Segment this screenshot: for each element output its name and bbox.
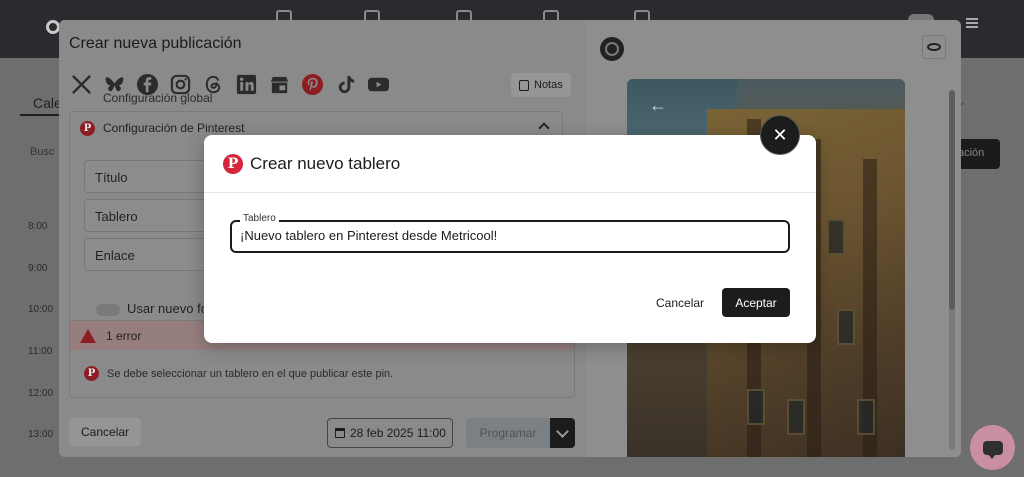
- preview-scrollbar-thumb[interactable]: [949, 90, 955, 310]
- hour-label: 12:00: [28, 388, 54, 399]
- app-logo[interactable]: [46, 20, 60, 34]
- pinterest-icon: P: [84, 366, 99, 381]
- hour-label: 10:00: [28, 304, 54, 315]
- calendar-icon: [335, 428, 345, 438]
- program-dropdown-button[interactable]: [550, 418, 575, 448]
- create-board-modal: P Crear nuevo tablero Tablero Cancelar A…: [204, 135, 816, 343]
- pinterest-icon: P: [223, 153, 243, 174]
- search-input-bg[interactable]: Busc: [30, 146, 54, 158]
- chat-button[interactable]: [970, 425, 1015, 470]
- global-config-section[interactable]: Configuración global: [69, 93, 563, 111]
- hour-label: 9:00: [28, 263, 48, 274]
- program-button[interactable]: Programar: [466, 418, 550, 448]
- create-publication-button-bg[interactable]: ación: [956, 139, 1000, 169]
- board-name-field[interactable]: Tablero: [230, 213, 790, 253]
- pinterest-icon: P: [80, 120, 95, 136]
- cancel-publication-button[interactable]: Cancelar: [69, 418, 142, 446]
- notes-icon: [519, 79, 529, 91]
- error-message: P Se debe seleccionar un tablero en el q…: [84, 366, 393, 381]
- close-icon[interactable]: ✕: [760, 115, 800, 155]
- preview-network-icon[interactable]: [600, 37, 624, 61]
- tab-calendar[interactable]: Cale: [33, 95, 62, 111]
- pinterest-config-label: Configuración de Pinterest: [103, 121, 245, 135]
- board-name-input[interactable]: [240, 228, 780, 243]
- back-arrow-icon[interactable]: ←: [649, 95, 667, 116]
- eye-icon[interactable]: [922, 35, 946, 59]
- schedule-date-button[interactable]: 28 feb 2025 11:00: [327, 418, 453, 448]
- schedule-date-label: 28 feb 2025 11:00: [350, 426, 446, 440]
- notes-label: Notas: [534, 79, 563, 91]
- cancel-button[interactable]: Cancelar: [646, 288, 714, 317]
- new-format-toggle-label: Usar nuevo for: [127, 301, 213, 316]
- tab-underline: [20, 114, 62, 116]
- new-format-toggle[interactable]: [96, 304, 120, 316]
- menu-icon[interactable]: [966, 18, 978, 28]
- chevron-up-icon[interactable]: [538, 122, 550, 134]
- warning-icon: [80, 328, 96, 343]
- modal-header: P Crear nuevo tablero: [204, 135, 816, 193]
- modal-title: Crear nuevo tablero: [250, 153, 401, 173]
- hour-label: 8:00: [28, 221, 48, 232]
- global-config-label: Configuración global: [103, 93, 213, 105]
- error-count: 1 error: [106, 328, 142, 343]
- board-name-label: Tablero: [240, 213, 279, 224]
- hour-label: 11:00: [28, 346, 53, 357]
- panel-title: Crear nueva publicación: [69, 35, 242, 52]
- chat-icon: [982, 440, 1003, 459]
- accept-button[interactable]: Aceptar: [722, 288, 790, 317]
- error-message-text: Se debe seleccionar un tablero en el que…: [107, 367, 394, 380]
- hour-label: 13:00: [28, 429, 54, 440]
